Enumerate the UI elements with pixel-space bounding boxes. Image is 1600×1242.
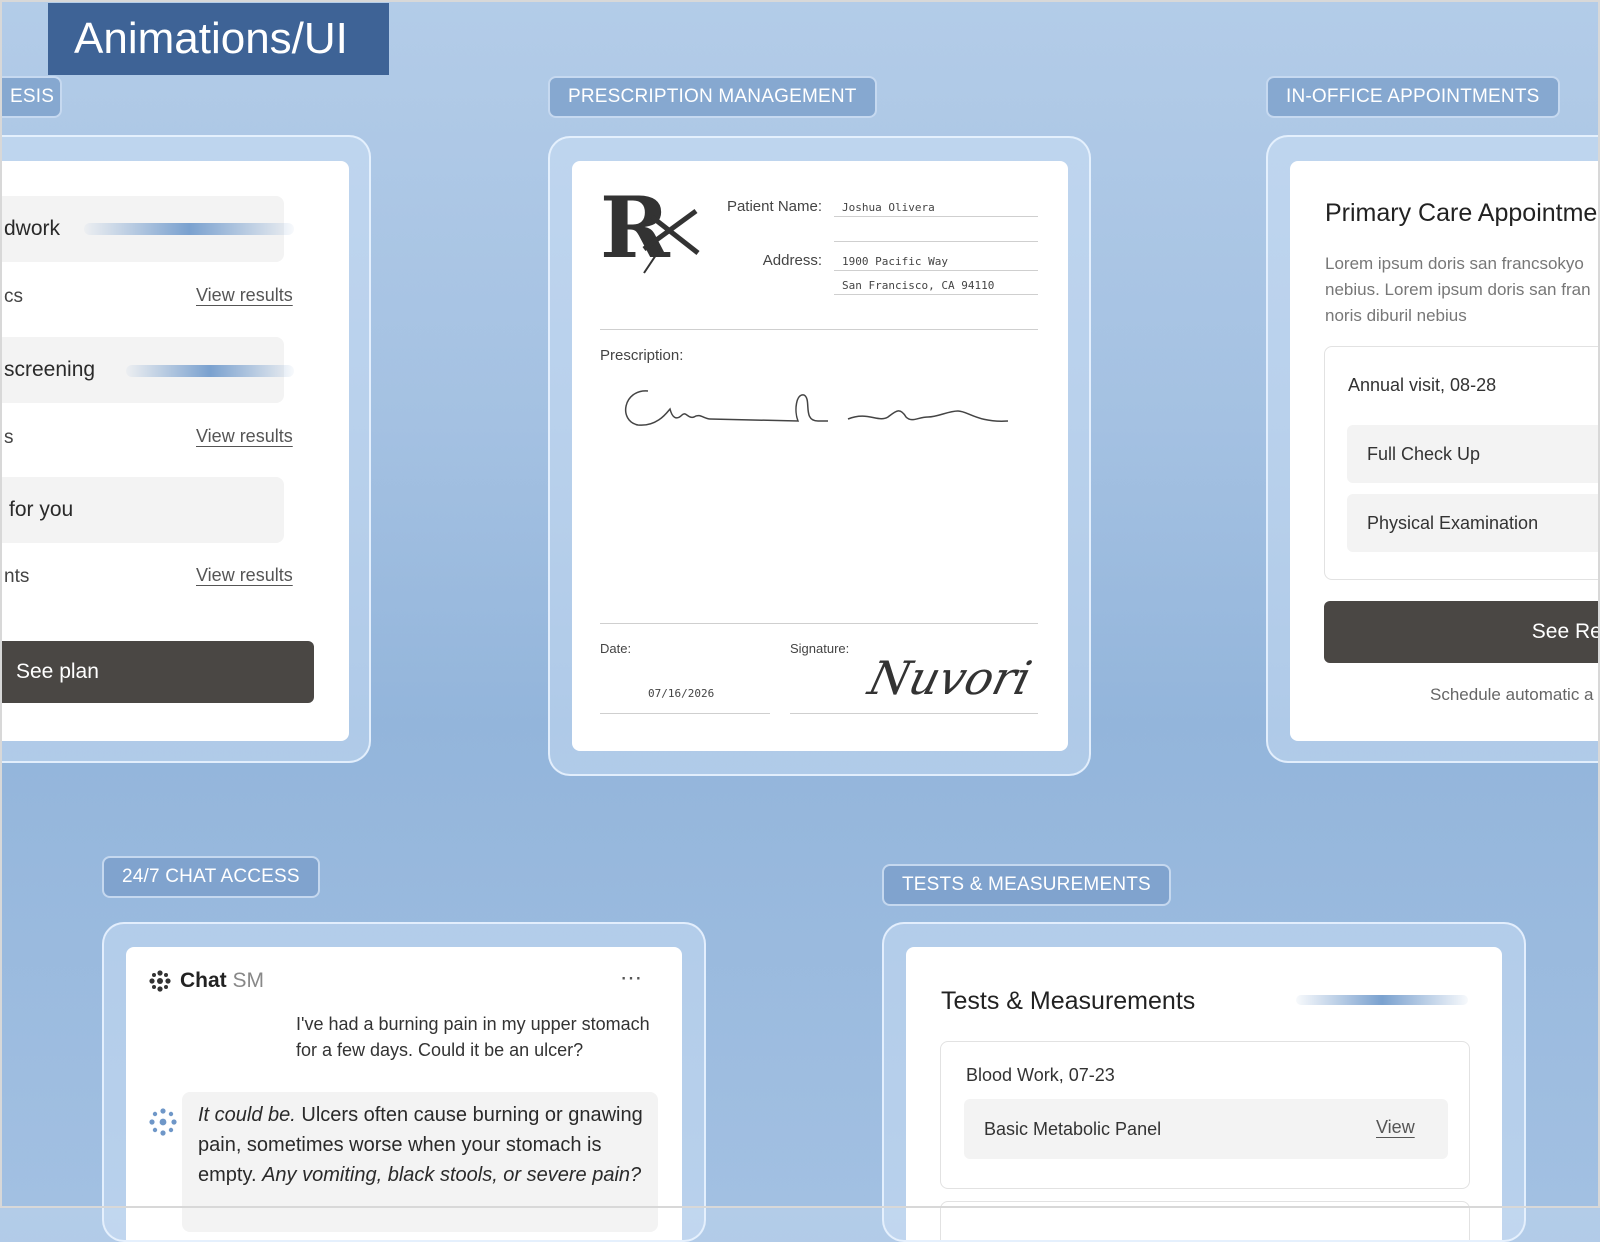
patient-name-line-2 — [834, 241, 1038, 242]
user-message: I've had a burning pain in my upper stom… — [296, 1011, 650, 1063]
section-label-chat-text: 24/7 CHAT ACCESS — [122, 866, 300, 887]
physical-examination-label: Physical Examination — [1367, 512, 1539, 533]
date-value: 07/16/2026 — [648, 687, 715, 700]
assistant-line-1-rest: Ulcers often cause burning or gnawing — [295, 1104, 643, 1126]
chat-brand: Chat SM — [180, 969, 264, 993]
left-card-glass: dwork cs View results screening s View r… — [0, 135, 371, 763]
left-row-1-sub: cs — [4, 286, 23, 307]
patient-name-value: Joshua Olivera — [842, 201, 935, 214]
patient-name-line — [834, 216, 1038, 217]
user-message-line-2: for a few days. Could it be an ulcer? — [296, 1040, 584, 1060]
chat-brand-bold: Chat — [180, 969, 227, 992]
address-line-1: 1900 Pacific Way — [842, 255, 948, 268]
address-line-1-rule — [834, 270, 1038, 271]
left-row-2-sub: s — [4, 427, 14, 448]
prescription-card: R Patient Name: Joshua Olivera Address: … — [572, 161, 1068, 751]
header-divider — [600, 329, 1038, 330]
footer-divider — [600, 623, 1038, 624]
assistant-message-line-1: It could be. Ulcers often cause burning … — [198, 1100, 643, 1130]
assistant-message-line-2: pain, sometimes worse when your stomach … — [198, 1134, 602, 1156]
prescription-card-glass: R Patient Name: Joshua Olivera Address: … — [548, 136, 1091, 776]
view-link[interactable]: View — [1376, 1117, 1415, 1138]
tests-card: Tests & Measurements Blood Work, 07-23 B… — [906, 947, 1502, 1240]
assistant-emphasis: It could be. — [198, 1104, 296, 1126]
section-label-appointments-text: IN-OFFICE APPOINTMENTS — [1286, 86, 1540, 107]
left-row-3-sub: nts — [4, 566, 30, 587]
basic-metabolic-panel-label: Basic Metabolic Panel — [984, 1118, 1162, 1139]
desc-line-1: Lorem ipsum doris san francsokyo — [1325, 254, 1584, 273]
page-title-banner: Animations/UI — [48, 3, 389, 75]
section-label-appointments: IN-OFFICE APPOINTMENTS — [1266, 76, 1560, 118]
appointments-card: Primary Care Appointme Lorem ipsum doris… — [1290, 161, 1600, 741]
assistant-line-3-plain: empty. — [198, 1164, 263, 1186]
see-results-button-label: See Resu — [1531, 620, 1600, 643]
view-results-link-2[interactable]: View results — [196, 426, 293, 447]
blood-work-heading: Blood Work, 07-23 — [966, 1065, 1115, 1085]
physical-examination-item[interactable]: Physical Examination — [1347, 494, 1600, 552]
appointments-description: Lorem ipsum doris san francsokyo nebius.… — [1325, 251, 1591, 329]
address-line-2: San Francisco, CA 94110 — [842, 279, 995, 292]
assistant-line-3-emphasis: Any vomiting, black stools, or severe pa… — [262, 1164, 642, 1186]
tests-title: Tests & Measurements — [941, 987, 1196, 1015]
see-plan-button[interactable]: See plan — [0, 641, 314, 703]
view-results-link-3[interactable]: View results — [196, 565, 293, 586]
full-check-up-label: Full Check Up — [1367, 443, 1481, 464]
loading-shimmer — [126, 365, 294, 377]
left-card: dwork cs View results screening s View r… — [0, 161, 349, 741]
loading-shimmer — [84, 223, 294, 235]
full-check-up-item[interactable]: Full Check Up — [1347, 425, 1600, 483]
see-results-button[interactable]: See Resu — [1324, 601, 1600, 663]
desc-line-3: noris diburil nebius — [1325, 306, 1467, 325]
signature-value: Nuvori — [863, 651, 1037, 705]
signature-line — [790, 713, 1038, 714]
address-line-2-rule — [834, 294, 1038, 295]
left-row-1-title: dwork — [4, 217, 61, 240]
address-label: Address: — [762, 252, 822, 269]
assistant-avatar-icon — [149, 1108, 177, 1136]
section-label-left: ESIS — [0, 76, 62, 118]
section-label-prescription: PRESCRIPTION MANAGEMENT — [548, 76, 877, 118]
prescription-label: Prescription: — [600, 347, 684, 364]
desc-line-2: nebius. Lorem ipsum doris san fran — [1325, 280, 1591, 299]
see-plan-button-label: See plan — [16, 660, 99, 683]
left-row-2-title: screening — [4, 358, 96, 381]
rx-icon: R — [600, 189, 700, 277]
tests-card-glass: Tests & Measurements Blood Work, 07-23 B… — [882, 922, 1526, 1242]
chat-brand-light: SM — [232, 969, 265, 992]
signature-label: Signature: — [790, 641, 850, 656]
assistant-message-line-3: empty. Any vomiting, black stools, or se… — [198, 1160, 642, 1190]
handwritten-prescription — [624, 390, 1009, 426]
chat-card: Chat SM ⋯ I've had a burning pain in my … — [126, 947, 682, 1240]
left-row-3-title: for you — [9, 498, 74, 521]
loading-shimmer — [1296, 995, 1468, 1005]
svg-text:R: R — [600, 189, 671, 277]
patient-name-label: Patient Name: — [726, 198, 822, 215]
date-line — [600, 713, 770, 714]
more-options-icon[interactable]: ⋯ — [620, 965, 643, 991]
page-title: Animations/UI — [74, 14, 348, 63]
appointments-card-glass: Primary Care Appointme Lorem ipsum doris… — [1266, 135, 1600, 763]
view-results-link-1[interactable]: View results — [196, 285, 293, 306]
section-label-tests-text: TESTS & MEASUREMENTS — [902, 874, 1151, 895]
appointments-title: Primary Care Appointme — [1325, 199, 1598, 227]
section-label-tests: TESTS & MEASUREMENTS — [882, 864, 1171, 906]
schedule-automatic-link[interactable]: Schedule automatic a — [1430, 685, 1594, 705]
date-label: Date: — [600, 641, 632, 656]
annual-visit-heading: Annual visit, 08-28 — [1348, 375, 1497, 395]
next-test-box — [940, 1201, 1470, 1240]
chat-logo-icon — [149, 970, 171, 992]
section-label-prescription-text: PRESCRIPTION MANAGEMENT — [568, 86, 857, 107]
section-label-chat: 24/7 CHAT ACCESS — [102, 856, 320, 898]
user-message-line-1: I've had a burning pain in my upper stom… — [296, 1014, 650, 1034]
assistant-message: It could be. Ulcers often cause burning … — [182, 1092, 658, 1232]
chat-card-glass: Chat SM ⋯ I've had a burning pain in my … — [102, 922, 706, 1242]
section-label-left-text: ESIS — [10, 86, 55, 107]
